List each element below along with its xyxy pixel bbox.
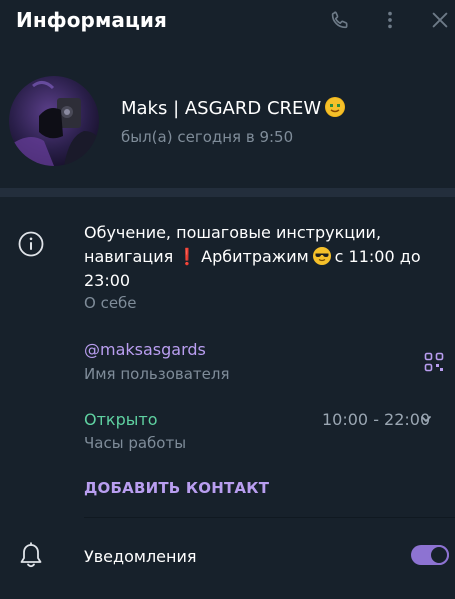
profile-card: Maks | ASGARD CREW был(а) сегодня в 9:50 xyxy=(0,60,455,188)
profile-name-text: Maks | ASGARD CREW xyxy=(121,98,322,119)
username-label: Имя пользователя xyxy=(84,365,230,383)
business-hours-label: Часы работы xyxy=(84,434,187,452)
money-face-emoji-icon xyxy=(325,97,346,117)
phone-icon[interactable] xyxy=(329,9,351,31)
panel-title: Информация xyxy=(16,8,167,32)
panel-header: Информация xyxy=(0,0,455,40)
last-seen-status: был(а) сегодня в 9:50 xyxy=(121,128,294,146)
notifications-label: Уведомления xyxy=(84,547,197,566)
notifications-toggle[interactable] xyxy=(411,545,449,565)
avatar[interactable] xyxy=(9,76,99,166)
bio-label: О себе xyxy=(84,294,137,312)
bell-icon xyxy=(20,542,42,568)
bio-part-2: Арбитражим xyxy=(201,247,309,266)
section-divider xyxy=(0,188,455,197)
more-vertical-icon[interactable] xyxy=(379,9,401,31)
qr-code-icon[interactable] xyxy=(424,352,444,372)
close-icon[interactable] xyxy=(429,9,451,31)
add-contact-button[interactable]: ДОБАВИТЬ КОНТАКТ xyxy=(84,479,269,497)
sunglasses-emoji-icon xyxy=(312,247,331,265)
toggle-knob xyxy=(429,545,449,565)
exclamation-emoji-icon: ❗ xyxy=(177,247,198,266)
business-open-status: Открыто xyxy=(84,410,158,429)
info-icon xyxy=(18,231,44,257)
profile-name: Maks | ASGARD CREW xyxy=(121,97,346,119)
username-link[interactable]: @maksasgards xyxy=(84,340,206,359)
bio-text: Обучение, пошаговые инструкции, навигаци… xyxy=(84,221,424,293)
chevron-down-icon[interactable] xyxy=(420,413,432,425)
divider xyxy=(84,517,455,518)
business-hours-value[interactable]: 10:00 - 22:00 xyxy=(322,410,430,429)
